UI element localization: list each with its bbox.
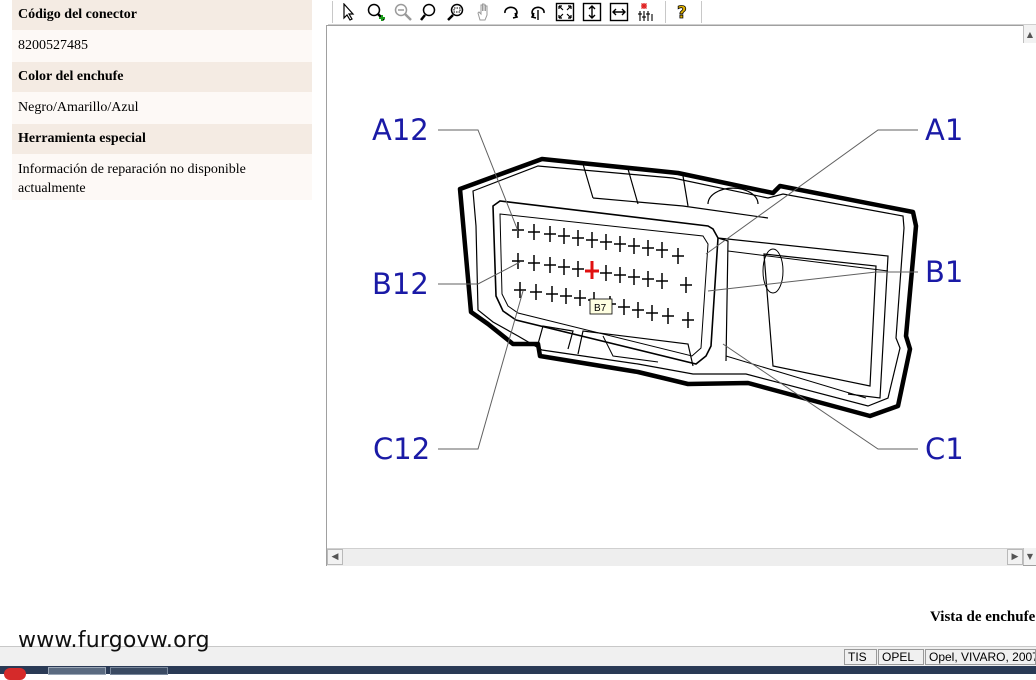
label-b12: B12 (372, 267, 429, 301)
scroll-left-icon[interactable]: ◀ (327, 549, 343, 565)
rotate-ccw-icon[interactable] (526, 1, 549, 23)
scroll-down-icon[interactable]: ▼ (1023, 548, 1036, 565)
connector-info-panel: Código del conector 8200527485 Color del… (12, 0, 312, 200)
fit-width-icon[interactable] (607, 1, 630, 23)
connector-code-header: Código del conector (12, 0, 312, 30)
rotate-cw-icon[interactable] (499, 1, 522, 23)
connector-code-value: 8200527485 (12, 30, 312, 62)
zoom-icon[interactable] (418, 1, 441, 23)
label-c1: C1 (925, 432, 964, 466)
plug-color-value: Negro/Amarillo/Azul (12, 92, 312, 124)
plug-color-header: Color del enchufe (12, 62, 312, 92)
toolbar-separator (665, 1, 666, 23)
highlight-icon[interactable] (634, 1, 657, 23)
special-tool-header: Herramienta especial (12, 124, 312, 154)
pin-tooltip-text: B7 (594, 303, 607, 314)
label-c12: C12 (373, 432, 430, 466)
pan-hand-icon[interactable] (472, 1, 495, 23)
zoom-area-icon[interactable] (445, 1, 468, 23)
fit-height-icon[interactable] (580, 1, 603, 23)
watermark: www.furgovw.org (18, 628, 210, 653)
scroll-right-icon[interactable]: ▶ (1007, 549, 1023, 565)
highlighted-pin-b7[interactable] (585, 261, 599, 279)
help-icon[interactable]: ? (670, 1, 693, 23)
select-arrow-icon[interactable] (337, 1, 360, 23)
toolbar-separator (332, 1, 333, 23)
horizontal-scrollbar[interactable]: ◀ ▶ (327, 548, 1023, 566)
label-a1: A1 (925, 113, 963, 147)
special-tool-value: Información de reparación no disponible … (12, 154, 312, 200)
zoom-out-icon[interactable] (391, 1, 414, 23)
fit-window-icon[interactable] (553, 1, 576, 23)
label-b1: B1 (925, 255, 963, 289)
scroll-up-icon[interactable]: ▲ (1023, 25, 1036, 43)
toolbar-separator (701, 1, 702, 23)
status-vehicle: Opel, VIVARO, 2007 (925, 649, 1036, 665)
pin-tooltip: B7 (589, 298, 613, 315)
viewer-toolbar: ? (328, 0, 1036, 25)
view-caption: Vista de enchufe (930, 609, 1036, 625)
label-a12: A12 (372, 113, 429, 147)
status-tis: TIS (844, 649, 877, 665)
start-button-icon[interactable] (4, 668, 26, 680)
svg-text:?: ? (677, 3, 687, 22)
connector-diagram: B7 A12 A1 B12 B1 C12 C1 (372, 113, 964, 466)
status-brand: OPEL (878, 649, 924, 665)
zoom-in-icon[interactable] (364, 1, 387, 23)
